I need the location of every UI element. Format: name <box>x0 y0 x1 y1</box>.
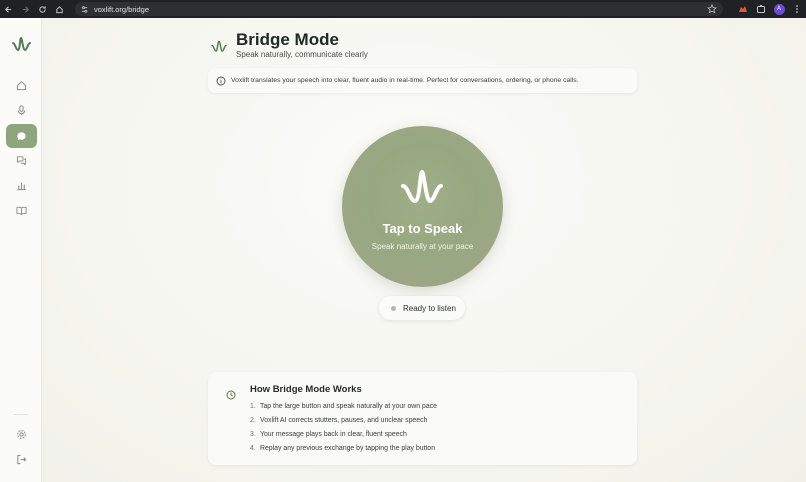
info-text: Voxlift translates your speech into clea… <box>231 77 579 84</box>
status-badge: Ready to listen <box>379 296 465 320</box>
sidebar-item-logout[interactable] <box>8 447 34 471</box>
info-banner: Voxlift translates your speech into clea… <box>208 68 637 93</box>
step-text: Your message plays back in clear, fluent… <box>260 431 407 438</box>
status-text: Ready to listen <box>403 303 456 313</box>
site-info-icon[interactable] <box>79 4 89 14</box>
logout-icon <box>16 454 26 464</box>
gear-icon <box>16 429 26 439</box>
conversations-icon <box>16 155 26 166</box>
avatar-initial: A <box>773 3 785 15</box>
step-number: 4. <box>250 445 256 452</box>
steps-list: 1. Tap the large button and speak natural… <box>250 403 437 459</box>
tap-to-speak-button[interactable]: Tap to Speak Speak naturally at your pac… <box>342 126 503 287</box>
book-icon <box>15 206 27 215</box>
waveform-icon <box>401 170 443 203</box>
more-menu-icon[interactable] <box>788 0 806 18</box>
home-icon <box>16 80 26 90</box>
page-subtitle: Speak naturally, communicate clearly <box>236 50 368 59</box>
page-title: Bridge Mode <box>236 30 339 49</box>
how-it-works-card: How Bridge Mode Works 1. Tap the large bu… <box>208 372 637 465</box>
sidebar-item-microphone[interactable] <box>8 98 34 122</box>
home-browser-icon[interactable] <box>51 0 68 18</box>
list-item: 3. Your message plays back in clear, flue… <box>250 431 437 445</box>
clock-icon <box>226 390 236 400</box>
list-item: 1. Tap the large button and speak natural… <box>250 403 437 417</box>
url-text: voxlift.org/bridge <box>94 4 150 14</box>
list-item: 2. Voxlift AI corrects stutters, pauses, … <box>250 417 437 431</box>
status-dot <box>391 305 396 311</box>
sidebar-item-stats[interactable] <box>8 173 34 197</box>
browser-toolbar: voxlift.org/bridge A <box>0 0 806 18</box>
forward-icon[interactable] <box>17 0 34 18</box>
bookmark-star-icon[interactable] <box>707 4 717 14</box>
sidebar <box>0 18 42 482</box>
step-text: Tap the large button and speak naturally… <box>260 403 437 410</box>
speak-subtitle: Speak naturally at your pace <box>371 242 474 251</box>
extension-icon[interactable] <box>734 0 752 18</box>
address-bar[interactable]: voxlift.org/bridge <box>75 2 723 16</box>
sidebar-divider <box>14 414 28 415</box>
step-text: Replay any previous exchange by tapping … <box>260 445 436 452</box>
chat-bubble-icon <box>17 131 26 140</box>
sidebar-item-conversations[interactable] <box>8 148 34 172</box>
wave-logo-icon <box>211 40 227 52</box>
step-number: 3. <box>250 431 256 438</box>
sidebar-item-bridge[interactable] <box>6 124 37 148</box>
app-main: Bridge Mode Speak naturally, communicate… <box>0 18 806 482</box>
voxlift-logo-icon[interactable] <box>11 36 31 52</box>
step-number: 2. <box>250 417 256 424</box>
how-title: How Bridge Mode Works <box>250 384 362 395</box>
info-icon <box>216 76 226 85</box>
sidebar-item-home[interactable] <box>8 73 34 97</box>
profile-avatar[interactable]: A <box>770 0 788 18</box>
extensions-puzzle-icon[interactable] <box>752 0 770 18</box>
bar-chart-icon <box>16 182 26 190</box>
step-number: 1. <box>250 403 256 410</box>
microphone-icon <box>17 104 25 115</box>
back-icon[interactable] <box>0 0 17 18</box>
sidebar-item-settings[interactable] <box>8 422 34 446</box>
sidebar-item-library[interactable] <box>8 198 34 222</box>
reload-icon[interactable] <box>34 0 51 18</box>
step-text: Voxlift AI corrects stutters, pauses, an… <box>260 417 428 424</box>
speak-title: Tap to Speak <box>382 221 463 236</box>
list-item: 4. Replay any previous exchange by tappin… <box>250 445 437 459</box>
